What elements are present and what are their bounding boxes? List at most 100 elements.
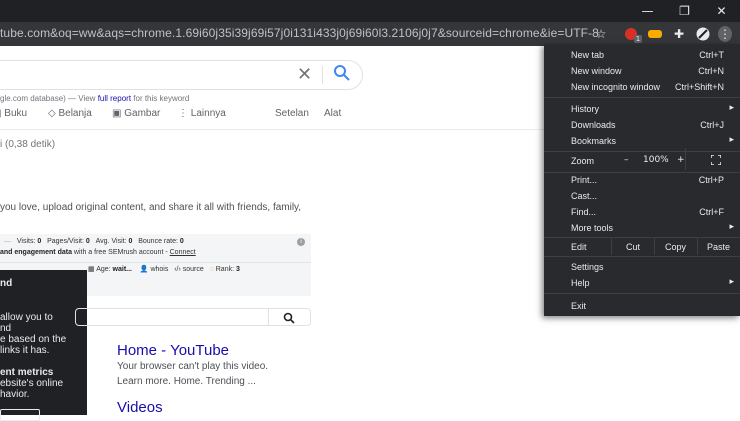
menu-settings[interactable]: Settings (544, 259, 740, 275)
seo-tooltip-panel: nd allow you to nd e based on the links … (0, 270, 87, 421)
tab-books[interactable]: ▯ Buku (0, 108, 27, 119)
keyword-database-line: gle.com database) — View full report for… (0, 94, 189, 103)
site-search-input[interactable] (75, 308, 311, 326)
zoom-out-button[interactable]: – (624, 155, 629, 165)
window-controls: — ❐ ✕ (629, 0, 740, 22)
tab-shopping-label: Belanja (58, 108, 92, 119)
cut-button[interactable]: Cut (626, 242, 640, 252)
menu-label: New tab (571, 50, 605, 60)
edit-divider (697, 238, 698, 255)
result-title-link[interactable]: Home - YouTube (117, 342, 229, 359)
tab-more-label: Lainnya (190, 108, 226, 119)
menu-divider (544, 237, 740, 238)
menu-new-window[interactable]: New window Ctrl+N (544, 63, 740, 79)
bounce-value: 0 (179, 238, 184, 245)
menu-label: Find... (571, 207, 597, 217)
menu-shortcut: Ctrl+T (699, 50, 724, 60)
clear-icon[interactable]: ✕ (297, 64, 312, 85)
tooltip-line-8: havior. (0, 389, 30, 400)
menu-find[interactable]: Find... Ctrl+F (544, 204, 740, 220)
tooltip-line-3: nd (0, 323, 12, 334)
menu-exit[interactable]: Exit (544, 298, 740, 314)
search-divider (322, 66, 323, 84)
puzzle-icon[interactable]: ✚ (672, 27, 686, 41)
menu-downloads[interactable]: Downloads Ctrl+J (544, 117, 740, 133)
menu-label: Print... (571, 175, 598, 185)
menu-label: Settings (571, 262, 604, 272)
menu-history[interactable]: History ▸ (544, 101, 740, 117)
menu-new-tab[interactable]: New tab Ctrl+T (544, 47, 740, 63)
source-link[interactable]: ‹/› source (174, 266, 204, 273)
fullscreen-icon[interactable] (710, 154, 722, 167)
tooltip-button[interactable] (0, 409, 40, 421)
copy-button[interactable]: Copy (665, 242, 686, 252)
menu-incognito[interactable]: New incognito window Ctrl+Shift+N (544, 79, 740, 95)
age-value: wait... (112, 266, 132, 273)
tab-images-label: Gambar (124, 108, 161, 119)
paste-button[interactable]: Paste (707, 242, 730, 252)
menu-label: New incognito window (571, 82, 661, 92)
menu-label: Bookmarks (571, 136, 617, 146)
menu-label: Exit (571, 301, 587, 311)
search-icon[interactable] (333, 64, 351, 87)
tooltip-line-6: ent metrics (0, 367, 54, 378)
kebab-menu-icon[interactable]: ⋮ (718, 26, 732, 42)
menu-more-tools[interactable]: More tools ▸ (544, 220, 740, 236)
chevron-right-icon: ▸ (729, 135, 734, 145)
connect-link[interactable]: Connect (170, 249, 196, 256)
restore-button[interactable]: ❐ (666, 0, 703, 22)
tabs-divider (0, 129, 545, 130)
menu-bookmarks[interactable]: Bookmarks ▸ (544, 133, 740, 149)
menu-shortcut: Ctrl+N (698, 66, 724, 76)
menu-shortcut: Ctrl+F (699, 207, 724, 217)
tab-settings[interactable]: Setelan (275, 108, 309, 119)
db-prefix: gle.com database) — View (0, 94, 98, 103)
menu-help[interactable]: Help ▸ (544, 275, 740, 291)
tooltip-line-4: e based on the (0, 334, 67, 345)
menu-cast[interactable]: Cast... (544, 188, 740, 204)
menu-label: Downloads (571, 120, 616, 130)
chevron-right-icon: ▸ (729, 277, 734, 287)
rank-group: ◌ Rank: 3 (209, 266, 240, 273)
menu-label: More tools (571, 223, 614, 233)
site-search-icon[interactable] (283, 311, 295, 329)
tab-books-label: Buku (4, 108, 28, 119)
semrush-metrics: ― Visits: 0 Pages/Visit: 0 Avg. Visit: 0… (4, 238, 184, 245)
menu-label: Cast... (571, 191, 598, 201)
close-button[interactable]: ✕ (703, 0, 740, 22)
visits-label: Visits: (16, 238, 36, 245)
menu-label: New window (571, 66, 622, 76)
tab-tools[interactable]: Alat (324, 108, 341, 119)
age-group: ▦ Age: wait... (88, 266, 132, 273)
whois-link[interactable]: 👤 whois (140, 266, 169, 273)
chevron-right-icon: ▸ (729, 222, 734, 232)
star-icon[interactable]: ☆ (594, 27, 608, 41)
rank-label: Rank: (215, 266, 235, 273)
tab-images[interactable]: ▣ Gambar (112, 108, 160, 119)
extension-icon[interactable] (648, 27, 662, 41)
avg-visit-label: Avg. Visit: (95, 238, 127, 245)
search-icon-svg (334, 65, 350, 81)
site-search-icon-svg (283, 312, 295, 324)
tooltip-line-2: allow you to (0, 312, 53, 323)
tab-more[interactable]: ⋮ Lainnya (178, 108, 226, 119)
url-text[interactable]: tube.com&oq=ww&aqs=chrome.1.69i60j35i39j… (0, 26, 599, 40)
badge-count: 1 (634, 35, 642, 43)
result-title-link[interactable]: Videos (117, 399, 163, 416)
result-description: Learn more. Home. Trending ... (117, 376, 256, 387)
menu-print[interactable]: Print... Ctrl+P (544, 172, 740, 188)
zoom-divider (685, 148, 686, 170)
zoom-value: 100% (643, 155, 669, 165)
full-report-link[interactable]: full report (98, 94, 131, 103)
profile-icon[interactable] (696, 27, 710, 41)
minimize-button[interactable]: — (629, 0, 666, 22)
edit-divider (654, 238, 655, 255)
connect-text: with a free SEMrush account - (71, 249, 170, 256)
zoom-in-button[interactable]: + (677, 155, 685, 165)
bounce-label: Bounce rate: (138, 238, 178, 245)
rank-value: 3 (236, 266, 240, 273)
info-icon[interactable]: i (297, 238, 305, 246)
tab-shopping[interactable]: ◇ Belanja (48, 108, 92, 119)
menu-label: History (571, 104, 600, 114)
menu-divider (544, 97, 740, 98)
